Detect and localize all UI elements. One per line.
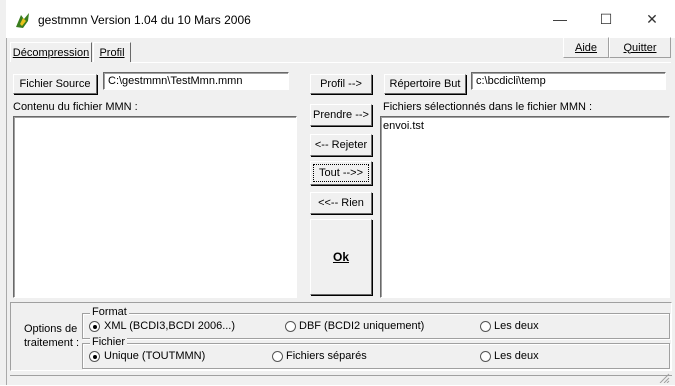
format-xml-label[interactable]: XML (BCDI3,BCDI 2006...)	[104, 320, 235, 332]
source-path-value: C:\gestmmn\TestMmn.mmn	[108, 75, 243, 87]
rien-button-label: <<-- Rien	[318, 197, 364, 209]
options-label-line2: traitement :	[24, 337, 80, 349]
prendre-button-label: Prendre -->	[313, 109, 369, 121]
window-title: gestmmn Version 1.04 du 10 Mars 2006	[38, 13, 251, 27]
profil-button[interactable]: Profil -->	[310, 74, 372, 94]
format-both-radio[interactable]	[480, 321, 491, 332]
format-dbf-label[interactable]: DBF (BCDI2 uniquement)	[299, 320, 424, 332]
format-dbf-radio[interactable]	[285, 321, 296, 332]
maximize-button[interactable]: ☐	[583, 0, 629, 38]
rejeter-button-label: <-- Rejeter	[314, 139, 368, 151]
fichier-source-label: Fichier Source	[19, 78, 91, 90]
format-xml-radio[interactable]	[89, 321, 100, 332]
fichier-separes-radio[interactable]	[272, 351, 283, 362]
dest-path-field[interactable]: c:\bcdicli\temp	[471, 72, 666, 90]
dest-file-list[interactable]: envoi.tst	[380, 116, 670, 298]
close-button[interactable]: ✕	[629, 0, 675, 38]
quitter-button[interactable]: Quitter	[609, 37, 671, 58]
format-both-label[interactable]: Les deux	[494, 320, 539, 332]
prendre-button[interactable]: Prendre -->	[310, 104, 372, 126]
ok-button[interactable]: Ok	[310, 219, 372, 295]
source-file-list[interactable]	[13, 116, 297, 298]
minimize-button[interactable]: —	[537, 0, 583, 38]
format-group-title: Format	[90, 306, 129, 318]
aide-button[interactable]: Aide	[563, 37, 609, 58]
resize-grip-icon[interactable]	[658, 373, 670, 384]
ok-button-label: Ok	[332, 250, 349, 264]
aide-label: Aide	[574, 41, 598, 54]
source-content-label: Contenu du fichier MMN :	[13, 101, 138, 113]
list-item[interactable]: envoi.tst	[383, 120, 424, 132]
source-path-field[interactable]: C:\gestmmn\TestMmn.mmn	[103, 72, 289, 90]
dest-path-value: c:\bcdicli\temp	[476, 75, 546, 87]
fichier-both-label[interactable]: Les deux	[494, 350, 539, 362]
fichier-group-title: Fichier	[90, 336, 128, 348]
maximize-icon: ☐	[599, 10, 613, 27]
fichier-unique-label[interactable]: Unique (TOUTMMN)	[104, 350, 205, 362]
minimize-icon: —	[553, 11, 567, 27]
tab-label: Profil	[99, 46, 125, 59]
quitter-label: Quitter	[623, 41, 657, 54]
tout-button-label: Tout -->>	[318, 167, 364, 179]
dest-selected-label: Fichiers sélectionnés dans le fichier MM…	[383, 101, 593, 113]
fichier-separes-label[interactable]: Fichiers séparés	[286, 350, 367, 362]
status-bar	[10, 375, 672, 385]
tab-profil[interactable]: Profil	[93, 42, 131, 62]
fichier-unique-radio[interactable]	[89, 351, 100, 362]
repertoire-but-button[interactable]: Répertoire But	[384, 74, 466, 94]
options-label-line1: Options de	[24, 323, 78, 335]
fichier-both-radio[interactable]	[480, 351, 491, 362]
rejeter-button[interactable]: <-- Rejeter	[310, 134, 372, 156]
app-icon	[14, 12, 30, 28]
tout-button[interactable]: Tout -->>	[310, 161, 372, 185]
tab-decompression[interactable]: Décompression	[10, 42, 92, 62]
tab-label: Décompression	[12, 46, 90, 59]
repertoire-but-label: Répertoire But	[389, 78, 461, 90]
profil-button-label: Profil -->	[320, 78, 362, 90]
tab-strip-line	[131, 62, 671, 63]
close-icon: ✕	[646, 10, 658, 27]
fichier-source-button[interactable]: Fichier Source	[13, 74, 97, 94]
rien-button[interactable]: <<-- Rien	[310, 192, 372, 214]
